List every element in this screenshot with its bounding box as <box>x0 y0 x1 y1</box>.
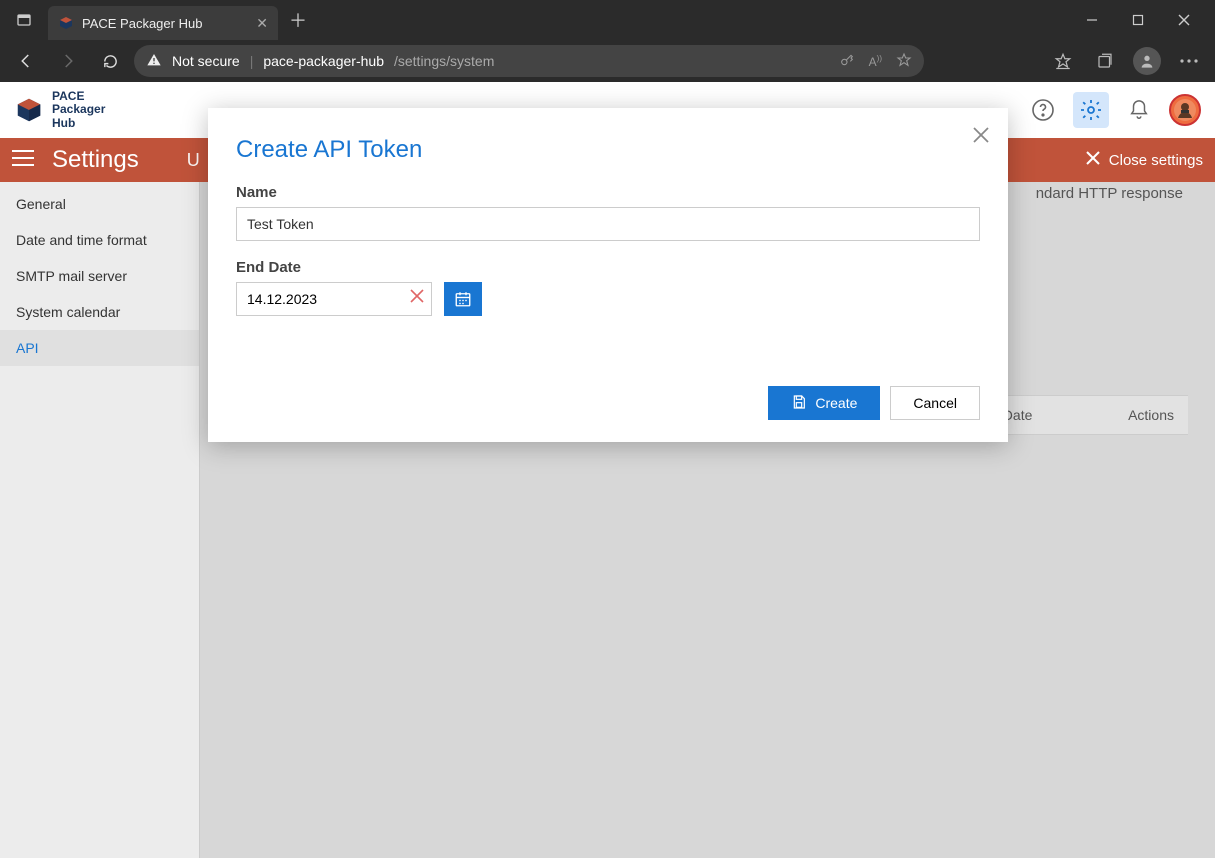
notifications-button[interactable] <box>1121 92 1157 128</box>
maximize-button[interactable] <box>1115 0 1161 40</box>
browser-chrome: PACE Packager Hub ✕ ＋ <box>0 0 1215 82</box>
col-actions: Actions <box>1128 407 1174 423</box>
browser-tab[interactable]: PACE Packager Hub ✕ <box>48 6 278 40</box>
tab-title: PACE Packager Hub <box>82 16 202 31</box>
back-button[interactable] <box>8 43 44 79</box>
favorite-icon[interactable] <box>896 52 912 71</box>
create-label: Create <box>815 395 857 411</box>
end-date-input[interactable] <box>236 282 432 316</box>
sidebar-item-api[interactable]: API <box>0 330 199 366</box>
settings-sidebar: General Date and time format SMTP mail s… <box>0 182 200 858</box>
sidebar-item-datetime[interactable]: Date and time format <box>0 222 199 258</box>
name-input[interactable] <box>236 207 980 241</box>
tab-close-icon[interactable]: ✕ <box>256 15 268 32</box>
create-api-token-modal: Create API Token Name End Date <box>208 108 1008 442</box>
obscured-tab-letter: U <box>187 150 200 171</box>
collections-button[interactable] <box>1087 43 1123 79</box>
app-logo[interactable]: PACE Packager Hub <box>14 90 105 130</box>
api-description-fragment: ndard HTTP response <box>1036 182 1183 206</box>
logo-icon <box>14 95 44 125</box>
forward-button[interactable] <box>50 43 86 79</box>
close-icon <box>1085 150 1101 170</box>
address-bar[interactable]: Not secure | pace-packager-hub/settings/… <box>134 45 924 77</box>
menu-button[interactable] <box>1171 43 1207 79</box>
calendar-button[interactable] <box>444 282 482 316</box>
sidebar-item-general[interactable]: General <box>0 186 199 222</box>
clear-date-icon[interactable] <box>410 289 424 308</box>
separator: | <box>250 53 254 69</box>
sidebar-item-calendar[interactable]: System calendar <box>0 294 199 330</box>
tab-bar: PACE Packager Hub ✕ ＋ <box>0 0 1215 40</box>
favicon-icon <box>58 15 74 31</box>
close-settings-button[interactable]: Close settings <box>1085 150 1203 170</box>
profile-button[interactable] <box>1129 43 1165 79</box>
sidebar-item-smtp[interactable]: SMTP mail server <box>0 258 199 294</box>
settings-button[interactable] <box>1073 92 1109 128</box>
security-warning-icon <box>146 52 162 71</box>
cancel-label: Cancel <box>913 395 957 411</box>
user-avatar[interactable] <box>1169 94 1201 126</box>
minimize-button[interactable] <box>1069 0 1115 40</box>
favorites-button[interactable] <box>1045 43 1081 79</box>
close-settings-label: Close settings <box>1109 152 1203 169</box>
cancel-button[interactable]: Cancel <box>890 386 980 420</box>
modal-title: Create API Token <box>236 136 980 164</box>
save-icon <box>791 394 807 413</box>
hamburger-icon[interactable] <box>12 147 34 173</box>
window-close-button[interactable] <box>1161 0 1207 40</box>
app-viewport: PACE Packager Hub Settings U Clos <box>0 82 1215 858</box>
end-date-label: End Date <box>236 259 980 276</box>
security-label: Not secure <box>172 53 240 69</box>
tab-preview-icon[interactable] <box>0 12 48 28</box>
read-aloud-icon[interactable]: A)) <box>869 54 882 69</box>
logo-text: PACE Packager Hub <box>52 90 105 130</box>
url-path: /settings/system <box>394 53 494 69</box>
help-button[interactable] <box>1025 92 1061 128</box>
settings-title: Settings <box>52 146 139 174</box>
new-tab-button[interactable]: ＋ <box>282 4 314 36</box>
modal-close-button[interactable] <box>972 126 990 150</box>
name-label: Name <box>236 184 980 201</box>
key-icon[interactable] <box>839 52 855 71</box>
create-button[interactable]: Create <box>768 386 880 420</box>
reload-button[interactable] <box>92 43 128 79</box>
address-bar-row: Not secure | pace-packager-hub/settings/… <box>0 40 1215 82</box>
window-controls <box>1069 0 1207 40</box>
url-host: pace-packager-hub <box>263 53 384 69</box>
